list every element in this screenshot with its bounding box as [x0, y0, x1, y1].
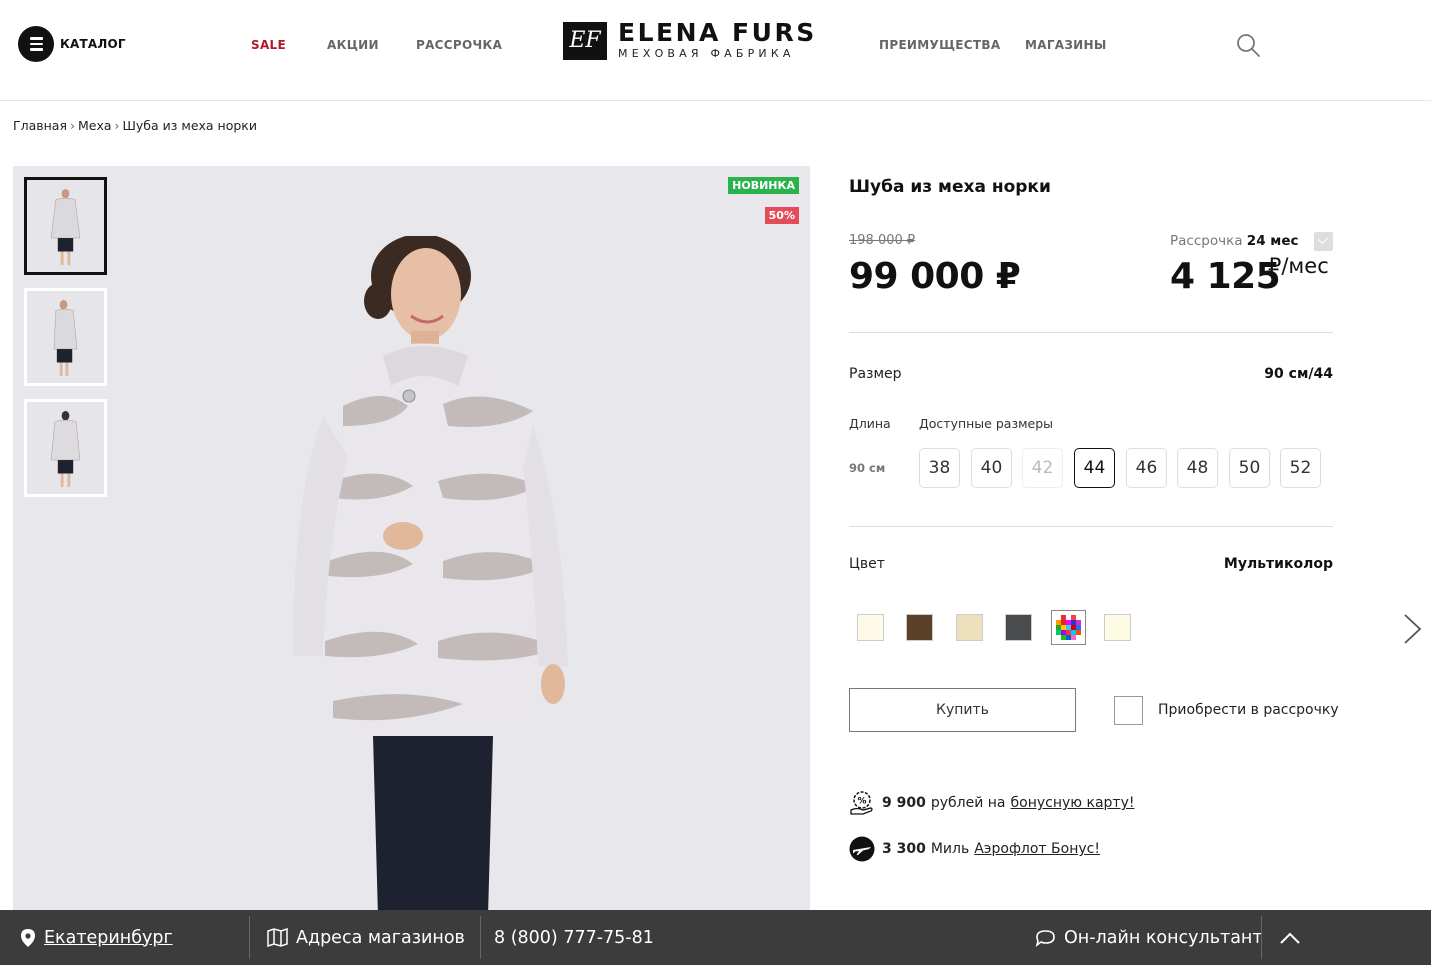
- bonus-card-row: % 9 900 рублей на бонусную карту!: [849, 790, 1134, 816]
- color-swatch-brown[interactable]: [906, 614, 933, 641]
- svg-text:%: %: [857, 797, 866, 807]
- chevron-right-icon[interactable]: [1402, 613, 1422, 645]
- location-pin-icon: [21, 928, 35, 947]
- divider: [480, 916, 481, 959]
- length-label: Длина: [849, 416, 891, 431]
- available-sizes-label: Доступные размеры: [919, 416, 1054, 431]
- installment-price: 4 125: [1170, 256, 1281, 297]
- color-label: Цвет: [849, 556, 885, 572]
- size-option-42: 42: [1022, 448, 1063, 488]
- buy-button[interactable]: Купить: [849, 688, 1076, 732]
- logo-title: ELENA FURS: [618, 18, 817, 47]
- bonus-text: рублей на: [930, 795, 1006, 811]
- city-name: Екатеринбург: [44, 927, 173, 948]
- nav-stores[interactable]: МАГАЗИНЫ: [1025, 38, 1107, 52]
- product-title: Шуба из меха норки: [849, 177, 1051, 197]
- nav-installment[interactable]: РАССРОЧКА: [416, 38, 502, 52]
- catalog-label: КАТАЛОГ: [60, 37, 126, 51]
- breadcrumb-furs[interactable]: Меха: [78, 118, 112, 133]
- aeroflot-bonus-link[interactable]: Аэрофлот Бонус!: [974, 841, 1100, 857]
- size-label: Размер: [849, 366, 902, 382]
- miles-row: 3 300 Миль Аэрофлот Бонус!: [849, 836, 1100, 862]
- color-swatch-ivory[interactable]: [857, 614, 884, 641]
- phone-number: 8 (800) 777-75-81: [494, 927, 654, 948]
- discount-hand-icon: %: [850, 791, 873, 815]
- phone-link[interactable]: 8 (800) 777-75-81: [494, 910, 654, 965]
- breadcrumb-home[interactable]: Главная: [13, 118, 67, 133]
- nav-advantages[interactable]: ПРЕИМУЩЕСТВА: [879, 38, 1000, 52]
- badge-discount: 50%: [764, 207, 799, 224]
- footer-bar: Екатеринбург Адреса магазинов 8 (800) 77…: [0, 910, 1431, 965]
- gallery-thumb-1[interactable]: [24, 177, 107, 275]
- color-swatch-cream[interactable]: [1104, 614, 1131, 641]
- length-value: 90 см: [849, 461, 886, 475]
- size-option-40[interactable]: 40: [971, 448, 1012, 488]
- store-addresses-link[interactable]: Адреса магазинов: [267, 910, 465, 965]
- gallery-thumb-2[interactable]: [24, 288, 107, 386]
- product-gallery[interactable]: НОВИНКА 50%: [13, 166, 810, 910]
- installment-info-toggle[interactable]: [1314, 232, 1333, 251]
- site-header: КАТАЛОГ SALE АКЦИИ РАССРОЧКА EF ELENA FU…: [0, 0, 1431, 101]
- color-swatch-graphite[interactable]: [1005, 614, 1032, 641]
- size-option-46[interactable]: 46: [1126, 448, 1167, 488]
- old-price: 198 000 ₽: [849, 233, 916, 248]
- online-consultant-label: Он-лайн консультант: [1064, 927, 1263, 948]
- search-icon[interactable]: [1236, 33, 1260, 57]
- store-addresses-label: Адреса магазинов: [296, 927, 465, 948]
- current-price: 99 000 ₽: [849, 256, 1021, 297]
- divider: [249, 916, 250, 959]
- airplane-icon: [849, 836, 875, 862]
- gallery-thumb-3[interactable]: [24, 399, 107, 497]
- logo-subtitle: МЕХОВАЯ ФАБРИКА: [618, 47, 795, 60]
- chevron-up-icon: [1279, 932, 1300, 944]
- color-value: Мультиколор: [1223, 556, 1333, 572]
- color-swatch-beige[interactable]: [956, 614, 983, 641]
- divider: [849, 332, 1333, 333]
- badge-new: НОВИНКА: [728, 177, 799, 194]
- nav-promotions[interactable]: АКЦИИ: [327, 38, 379, 52]
- size-value: 90 см/44: [1264, 366, 1333, 382]
- map-icon: [267, 928, 288, 947]
- installment-checkbox[interactable]: [1114, 696, 1143, 725]
- online-consultant-button[interactable]: Он-лайн консультант: [1035, 910, 1263, 965]
- size-option-50[interactable]: 50: [1229, 448, 1270, 488]
- size-option-48[interactable]: 48: [1177, 448, 1218, 488]
- breadcrumb-current: Шуба из меха норки: [122, 118, 257, 133]
- miles-text: Миль: [930, 841, 970, 857]
- installment-unit: ₽/мес: [1268, 254, 1329, 278]
- menu-icon: [18, 26, 54, 62]
- bonus-card-link[interactable]: бонусную карту!: [1011, 795, 1135, 811]
- miles-amount: 3 300: [882, 841, 926, 857]
- city-selector[interactable]: Екатеринбург: [20, 910, 173, 965]
- size-option-38[interactable]: 38: [919, 448, 960, 488]
- installment-label: Рассрочка 24 мес: [1170, 233, 1299, 249]
- color-swatch-multicolor[interactable]: [1051, 610, 1086, 645]
- logo-mark: EF: [563, 21, 607, 60]
- chat-bubble-icon: [1035, 929, 1055, 947]
- installment-checkbox-label[interactable]: Приобрести в рассрочку: [1158, 702, 1339, 718]
- breadcrumb: Главная › Меха › Шуба из меха норки: [13, 118, 257, 133]
- logo[interactable]: EF ELENA FURS МЕХОВАЯ ФАБРИКА: [563, 18, 817, 60]
- size-option-44[interactable]: 44: [1074, 448, 1115, 488]
- bonus-amount: 9 900: [882, 795, 926, 811]
- catalog-button[interactable]: КАТАЛОГ: [18, 26, 126, 62]
- size-option-52[interactable]: 52: [1280, 448, 1321, 488]
- nav-sale[interactable]: SALE: [251, 38, 286, 52]
- installment-term: 24 мес: [1246, 233, 1299, 249]
- scroll-top-button[interactable]: [1262, 910, 1317, 965]
- divider: [849, 526, 1333, 527]
- product-image: [293, 236, 568, 910]
